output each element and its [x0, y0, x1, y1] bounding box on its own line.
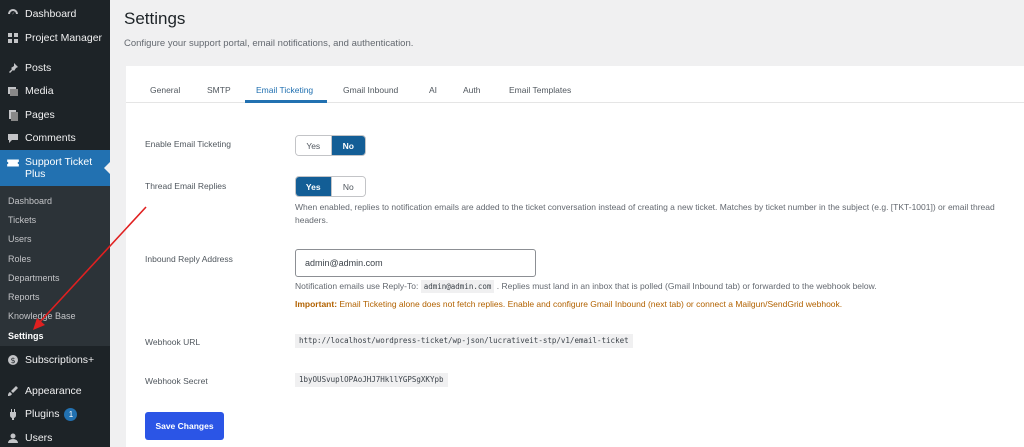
brush-icon — [6, 384, 20, 398]
webhook-secret-label: Webhook Secret — [145, 376, 208, 386]
pages-icon — [6, 108, 20, 122]
menu-label: Pages — [25, 109, 55, 121]
update-count-badge: 1 — [64, 407, 78, 421]
submenu: Dashboard Tickets Users Roles Department… — [0, 186, 110, 346]
menu-pages[interactable]: Pages — [0, 104, 110, 126]
menu-label: Subscriptions+ — [25, 354, 95, 366]
webhook-url-label: Webhook URL — [145, 337, 201, 347]
menu-plugins[interactable]: Plugins 1 — [0, 403, 110, 425]
menu-label: Comments — [25, 132, 76, 144]
active-tab-indicator — [245, 100, 327, 103]
dollar-icon: $ — [6, 353, 20, 367]
menu-label: Dashboard — [25, 8, 77, 20]
warning-text: Email Ticketing alone does not fetch rep… — [337, 299, 843, 309]
tab-smtp[interactable]: SMTP — [207, 85, 231, 95]
save-changes-button[interactable]: Save Changes — [145, 412, 224, 440]
thread-help-text: When enabled, replies to notification em… — [295, 202, 995, 225]
menu-appearance[interactable]: Appearance — [0, 380, 110, 402]
menu-label: Users — [25, 432, 53, 444]
webhook-secret-value[interactable]: 1byOUSvuplOPAoJHJ7HkllYGPSgXKYpb — [295, 373, 448, 387]
enable-no-option[interactable]: No — [330, 136, 365, 155]
menu-dashboard[interactable]: Dashboard — [0, 3, 110, 25]
thread-no-option[interactable]: No — [330, 177, 365, 196]
submenu-settings[interactable]: Settings — [8, 331, 44, 341]
current-menu-notch — [104, 162, 110, 174]
tab-email-ticketing[interactable]: Email Ticketing — [256, 85, 313, 95]
tab-email-templates[interactable]: Email Templates — [509, 85, 571, 95]
submenu-reports[interactable]: Reports — [8, 292, 40, 302]
inbound-help-prefix: Notification emails use Reply-To: — [295, 281, 419, 291]
submenu-knowledge-base[interactable]: Knowledge Base — [8, 311, 76, 321]
comment-icon — [6, 131, 20, 145]
menu-label: Posts — [25, 62, 52, 74]
svg-text:$: $ — [10, 356, 15, 365]
grid-icon — [6, 31, 20, 45]
media-icon — [6, 84, 20, 98]
inbound-warning: Important: Email Ticketing alone does no… — [295, 298, 995, 311]
submenu-users[interactable]: Users — [8, 234, 32, 244]
plugin-icon — [6, 407, 20, 421]
menu-posts[interactable]: Posts — [0, 57, 110, 79]
user-icon — [6, 431, 20, 445]
menu-media[interactable]: Media — [0, 80, 110, 102]
inbound-reply-address-input[interactable]: admin@admin.com — [295, 249, 536, 277]
submenu-departments[interactable]: Departments — [8, 273, 60, 283]
menu-label: Appearance — [25, 385, 82, 397]
settings-tabs: General SMTP Email Ticketing Gmail Inbou… — [126, 66, 1024, 103]
menu-support-ticket-plus[interactable]: Support Ticket Plus — [0, 150, 110, 186]
inbound-help-text: Notification emails use Reply-To: admin@… — [295, 280, 995, 293]
webhook-url-value[interactable]: http://localhost/wordpress-ticket/wp-jso… — [295, 334, 633, 348]
menu-label: Plugins — [25, 408, 60, 420]
enable-yes-option[interactable]: Yes — [296, 136, 331, 155]
ticket-icon — [6, 156, 20, 170]
inbound-help-suffix: . Replies must land in an inbox that is … — [496, 281, 877, 291]
page-title: Settings — [124, 9, 186, 28]
menu-subscriptions[interactable]: $ Subscriptions+ — [0, 349, 110, 371]
menu-users[interactable]: Users — [0, 427, 110, 447]
tab-gmail-inbound[interactable]: Gmail Inbound — [343, 85, 398, 95]
enable-email-ticketing-toggle: Yes No — [295, 135, 366, 156]
dashboard-icon — [6, 7, 20, 21]
enable-email-ticketing-label: Enable Email Ticketing — [145, 139, 231, 149]
admin-sidebar: Dashboard Project Manager Posts Media Pa… — [0, 0, 110, 447]
menu-label: Project Manager — [25, 32, 103, 44]
tab-auth[interactable]: Auth — [463, 85, 481, 95]
menu-comments[interactable]: Comments — [0, 127, 110, 149]
thread-yes-option[interactable]: Yes — [296, 177, 331, 196]
submenu-roles[interactable]: Roles — [8, 254, 31, 264]
page-description: Configure your support portal, email not… — [124, 38, 414, 49]
menu-project-manager[interactable]: Project Manager — [0, 27, 110, 49]
thread-email-replies-toggle: Yes No — [295, 176, 366, 197]
tab-ai[interactable]: AI — [429, 85, 437, 95]
tab-general[interactable]: General — [150, 85, 180, 95]
submenu-tickets[interactable]: Tickets — [8, 215, 36, 225]
inbound-reply-address-label: Inbound Reply Address — [145, 254, 233, 264]
menu-label: Support Ticket Plus — [25, 156, 93, 180]
menu-label: Media — [25, 85, 54, 97]
reply-to-code: admin@admin.com — [420, 280, 495, 293]
submenu-dashboard[interactable]: Dashboard — [8, 196, 52, 206]
settings-card: General SMTP Email Ticketing Gmail Inbou… — [126, 66, 1024, 447]
warning-label: Important: — [295, 299, 338, 309]
thread-email-replies-label: Thread Email Replies — [145, 181, 227, 191]
pin-icon — [6, 61, 20, 75]
